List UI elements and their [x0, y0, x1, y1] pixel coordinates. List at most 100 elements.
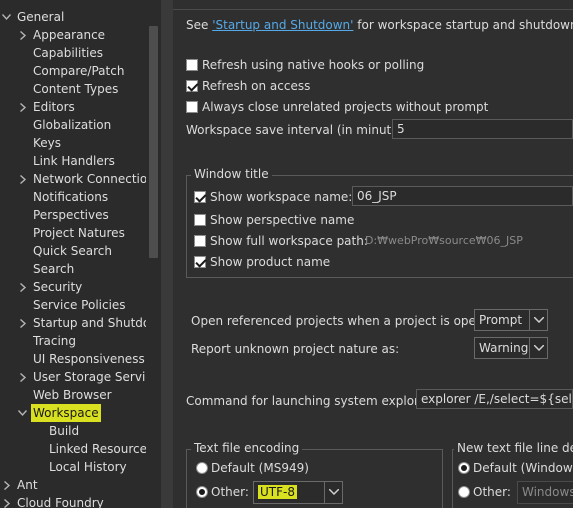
tree-item-label: Workspace — [31, 404, 101, 422]
encoding-other-select[interactable]: UTF-8 — [253, 481, 343, 504]
report-unknown-select[interactable]: Warning — [474, 337, 548, 359]
chevron-right-icon[interactable] — [17, 368, 27, 386]
startup-hint-prefix: See — [186, 18, 213, 32]
chevron-right-icon[interactable] — [1, 494, 11, 508]
tree-item-notifications[interactable]: Notifications — [0, 188, 160, 206]
show-workspace-name-label[interactable]: Show workspace name: — [210, 189, 352, 205]
show-product-name-checkbox[interactable] — [194, 256, 206, 268]
encoding-other-label[interactable]: Other: — [211, 484, 249, 500]
tree-item-perspectives[interactable]: Perspectives — [0, 206, 160, 224]
tree-item-service-policies[interactable]: Service Policies — [0, 296, 160, 314]
pane-splitter[interactable] — [161, 0, 173, 508]
always-close-checkbox[interactable] — [186, 101, 198, 113]
tree-item-project-natures[interactable]: Project Natures — [0, 224, 160, 242]
tree-item-label: User Storage Service — [33, 370, 160, 384]
tree-item-compare-patch[interactable]: Compare/Patch — [0, 62, 160, 80]
tree-item-web-browser[interactable]: Web Browser — [0, 386, 160, 404]
tree-item-workspace[interactable]: Workspace — [0, 404, 160, 422]
tree-scrollbar-thumb[interactable] — [149, 26, 158, 258]
refresh-on-access-label[interactable]: Refresh on access — [202, 78, 310, 94]
tree-item-label: Quick Search — [33, 244, 112, 258]
tree-item-label: Globalization — [33, 118, 112, 132]
show-perspective-name-checkbox[interactable] — [194, 214, 206, 226]
show-full-path-checkbox[interactable] — [194, 235, 206, 247]
encoding-other-radio[interactable] — [196, 486, 208, 498]
line-delimiter-other-select[interactable]: Windows — [517, 481, 573, 504]
chevron-down-icon[interactable] — [529, 310, 547, 330]
open-referenced-select[interactable]: Prompt — [474, 309, 548, 331]
chevron-down-icon[interactable] — [1, 8, 11, 26]
tree-item-label: Link Handlers — [33, 154, 115, 168]
startup-and-shutdown-link[interactable]: 'Startup and Shutdown' — [212, 18, 353, 32]
show-full-path-label[interactable]: Show full workspace path: — [210, 233, 368, 249]
tree-item-local-history[interactable]: Local History — [0, 458, 160, 476]
tree-item-cloud-foundry[interactable]: Cloud Foundry — [0, 494, 160, 508]
chevron-down-icon[interactable] — [17, 404, 27, 422]
tree-item-search[interactable]: Search — [0, 260, 160, 278]
always-close-label[interactable]: Always close unrelated projects without … — [202, 99, 488, 115]
tree-item-label: Keys — [33, 136, 62, 150]
text-encoding-group-label: Text file encoding — [191, 441, 303, 455]
tree-item-quick-search[interactable]: Quick Search — [0, 242, 160, 260]
tree-item-editors[interactable]: Editors — [0, 98, 160, 116]
line-delimiter-default-radio[interactable] — [458, 462, 470, 474]
tree-item-label: Linked Resources — [49, 442, 154, 456]
report-unknown-value: Warning — [479, 341, 529, 355]
tree-item-label: Appearance — [33, 28, 106, 42]
tree-item-label: UI Responsiveness Monitoring — [33, 352, 161, 366]
tree-item-label: Notifications — [33, 190, 109, 204]
show-perspective-name-label[interactable]: Show perspective name — [210, 212, 354, 228]
startup-hint-suffix: for workspace startup and shutdown prefe… — [357, 18, 573, 32]
command-explorer-input[interactable]: explorer /E,/select=${selected_resource_… — [416, 389, 573, 409]
chevron-right-icon[interactable] — [17, 278, 27, 296]
line-delimiter-default-label[interactable]: Default (Windows) — [473, 460, 573, 476]
tree-item-tracing[interactable]: Tracing — [0, 332, 160, 350]
tree-item-content-types[interactable]: Content Types — [0, 80, 160, 98]
show-workspace-name-checkbox[interactable] — [194, 191, 206, 203]
tree-item-keys[interactable]: Keys — [0, 134, 160, 152]
chevron-down-icon[interactable] — [529, 338, 547, 358]
line-delimiter-other-radio[interactable] — [458, 486, 470, 498]
tree-item-network-connections[interactable]: Network Connections — [0, 170, 161, 188]
chevron-right-icon[interactable] — [1, 476, 11, 494]
tree-item-security[interactable]: Security — [0, 278, 160, 296]
tree-item-appearance[interactable]: Appearance — [0, 26, 160, 44]
workspace-name-input[interactable]: 06_JSP — [352, 186, 573, 206]
encoding-default-label[interactable]: Default (MS949) — [211, 460, 309, 476]
tree-item-user-storage-service[interactable]: User Storage Service — [0, 368, 160, 386]
startup-hint: See 'Startup and Shutdown' for workspace… — [186, 17, 573, 33]
refresh-native-checkbox[interactable] — [186, 59, 198, 71]
tree-item-label: Project Natures — [33, 226, 125, 240]
tree-item-label: Capabilities — [33, 46, 103, 60]
refresh-native-label[interactable]: Refresh using native hooks or polling — [202, 57, 424, 73]
chevron-right-icon[interactable] — [17, 26, 27, 44]
workspace-path-value: D:₩webPro₩source₩06_JSP — [365, 234, 523, 247]
tree-item-label: Perspectives — [33, 208, 109, 222]
workspace-preference-page: See 'Startup and Shutdown' for workspace… — [173, 0, 573, 508]
chevron-right-icon[interactable] — [17, 314, 27, 332]
tree-item-globalization[interactable]: Globalization — [0, 116, 160, 134]
tree-item-linked-resources[interactable]: Linked Resources — [0, 440, 160, 458]
save-interval-input[interactable]: 5 — [392, 119, 573, 139]
refresh-on-access-checkbox[interactable] — [186, 80, 198, 92]
tree-item-ui-responsiveness-monitoring[interactable]: UI Responsiveness Monitoring — [0, 350, 161, 368]
tree-item-label: Cloud Foundry — [17, 496, 104, 508]
tree-item-build[interactable]: Build — [0, 422, 160, 440]
report-unknown-label: Report unknown project nature as: — [191, 342, 400, 356]
tree-item-general[interactable]: General — [0, 8, 160, 26]
line-delimiter-other-label[interactable]: Other: — [473, 484, 511, 500]
chevron-right-icon[interactable] — [17, 98, 27, 116]
chevron-right-icon[interactable] — [17, 170, 27, 188]
tree-item-startup-and-shutdown[interactable]: Startup and Shutdown — [0, 314, 161, 332]
encoding-other-value: UTF-8 — [258, 485, 297, 499]
line-delimiter-other-value: Windows — [522, 485, 573, 499]
tree-item-link-handlers[interactable]: Link Handlers — [0, 152, 160, 170]
encoding-default-radio[interactable] — [196, 462, 208, 474]
tree-item-capabilities[interactable]: Capabilities — [0, 44, 160, 62]
chevron-down-icon[interactable] — [324, 482, 342, 503]
open-referenced-label: Open referenced projects when a project … — [191, 314, 503, 328]
tree-item-ant[interactable]: Ant — [0, 476, 160, 494]
show-product-name-label[interactable]: Show product name — [210, 254, 330, 270]
page-header-divider — [173, 0, 573, 10]
preferences-tree: General Appearance Capabilities Compare/Pat… — [0, 0, 161, 508]
